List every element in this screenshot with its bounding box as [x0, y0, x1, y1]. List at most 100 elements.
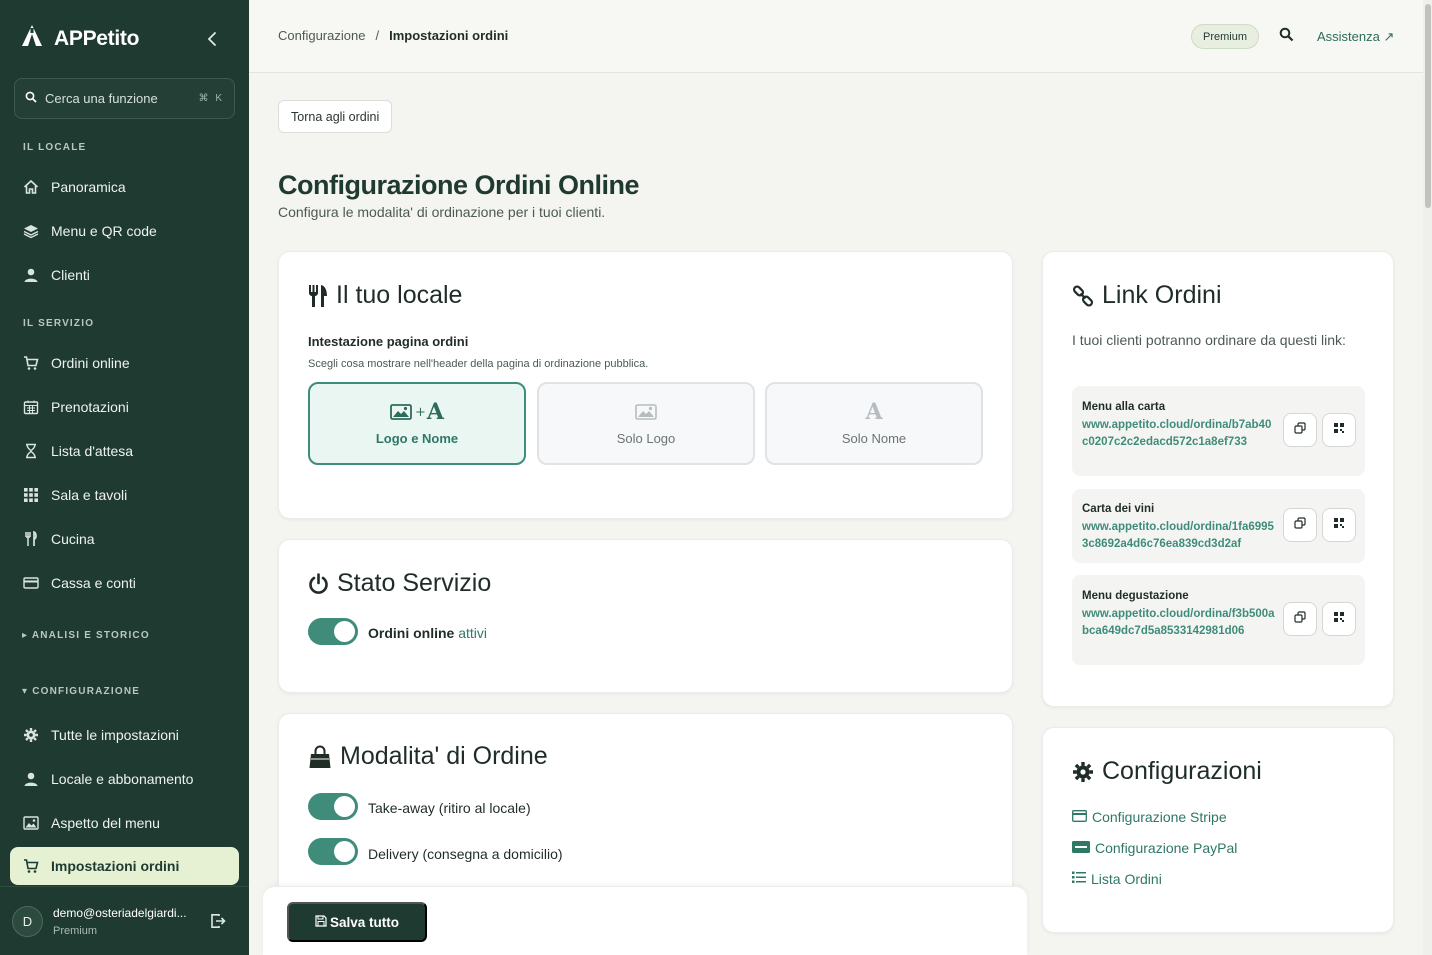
qr-code-icon: [1333, 516, 1345, 534]
sidebar-item-label: Panoramica: [51, 179, 126, 195]
section-toggle-analisi[interactable]: ▸ ANALISI E STORICO: [22, 630, 150, 641]
sidebar-item-lista-attesa[interactable]: Lista d'attesa: [10, 432, 239, 470]
sidebar-item-locale-abbonamento[interactable]: Locale e abbonamento: [10, 760, 239, 798]
config-link-label: Configurazione PayPal: [1095, 840, 1238, 856]
sidebar-item-panoramica[interactable]: Panoramica: [10, 168, 239, 206]
copy-link-button[interactable]: [1283, 602, 1317, 636]
link-name: Menu alla carta: [1082, 401, 1166, 413]
link-url[interactable]: www.appetito.cloud/ordina/1fa69953c8692a…: [1082, 519, 1276, 552]
card-title: Modalita' di Ordine: [308, 742, 548, 771]
collapse-sidebar-icon[interactable]: [204, 30, 222, 48]
card-title: Configurazioni: [1072, 757, 1262, 786]
save-bar: Salva tutto: [263, 886, 1027, 955]
sidebar-item-label: Tutte le impostazioni: [51, 727, 179, 743]
qr-code-button[interactable]: [1322, 508, 1356, 542]
avatar[interactable]: D: [12, 905, 43, 937]
logout-icon[interactable]: [210, 913, 226, 934]
copy-icon: [1294, 421, 1306, 439]
text-icon: A: [865, 399, 883, 425]
locale-card: Il tuo locale Intestazione pagina ordini…: [278, 251, 1013, 519]
save-icon: [315, 914, 327, 930]
sidebar-item-clienti[interactable]: Clienti: [10, 256, 239, 294]
sidebar-item-cucina[interactable]: Cucina: [10, 520, 239, 558]
calendar-icon: [22, 398, 40, 416]
shopping-bag-icon: [308, 745, 332, 769]
qr-code-icon: [1333, 421, 1345, 439]
sidebar-item-aspetto-menu[interactable]: Aspetto del menu: [10, 804, 239, 842]
paypal-icon: [1072, 840, 1090, 856]
configurations-card: Configurazioni Configurazione Stripe Con…: [1042, 727, 1394, 933]
qr-code-button[interactable]: [1322, 602, 1356, 636]
search-shortcut: ⌘ K: [198, 93, 224, 104]
link-icon: [1072, 284, 1094, 307]
utensils-icon: [22, 530, 40, 548]
section-toggle-configurazione[interactable]: ▾ CONFIGURAZIONE: [22, 686, 140, 697]
sidebar-item-impostazioni-ordini[interactable]: Impostazioni ordini: [10, 847, 239, 885]
header-option-solo-nome[interactable]: A Solo Nome: [765, 382, 983, 465]
topbar: Configurazione / Impostazioni ordini Pre…: [249, 0, 1423, 73]
copy-link-button[interactable]: [1283, 508, 1317, 542]
link-url[interactable]: www.appetito.cloud/ordina/b7ab40c0207c2c…: [1082, 417, 1276, 450]
sidebar-search[interactable]: Cerca una funzione ⌘ K: [14, 78, 235, 119]
sidebar-item-sala-tavoli[interactable]: Sala e tavoli: [10, 476, 239, 514]
delivery-label: Delivery (consegna a domicilio): [368, 846, 563, 862]
breadcrumb-item-configurazione[interactable]: Configurazione: [278, 28, 365, 43]
save-label: Salva tutto: [329, 914, 399, 930]
config-link-paypal[interactable]: Configurazione PayPal: [1072, 840, 1237, 856]
takeaway-toggle[interactable]: [308, 793, 358, 820]
card-title-text: Stato Servizio: [337, 569, 492, 597]
takeaway-label: Take-away (ritiro al locale): [368, 800, 531, 816]
copy-link-button[interactable]: [1283, 413, 1317, 447]
header-option-logo-nome[interactable]: + A Logo e Nome: [308, 382, 526, 465]
search-placeholder: Cerca una funzione: [45, 91, 158, 106]
card-title-text: Link Ordini: [1102, 281, 1222, 309]
qr-code-button[interactable]: [1322, 413, 1356, 447]
sidebar-item-label: Prenotazioni: [51, 399, 129, 415]
card-title: Link Ordini: [1072, 281, 1222, 310]
user-icon: [22, 266, 40, 284]
sidebar-item-label: Ordini online: [51, 355, 130, 371]
order-link-item: Carta dei vini www.appetito.cloud/ordina…: [1072, 489, 1365, 563]
user-email: demo@osteriadelgiardi...: [53, 905, 187, 920]
config-link-stripe[interactable]: Configurazione Stripe: [1072, 809, 1227, 825]
list-icon: [1072, 871, 1086, 887]
scrollbar-thumb[interactable]: [1425, 4, 1431, 208]
back-to-orders-button[interactable]: Torna agli ordini: [278, 100, 393, 133]
user-icon: [22, 770, 40, 788]
delivery-toggle[interactable]: [308, 838, 358, 865]
online-orders-label: Ordini online attivi: [368, 625, 487, 641]
config-link-lista-ordini[interactable]: Lista Ordini: [1072, 871, 1162, 887]
qr-code-icon: [1333, 610, 1345, 628]
online-orders-toggle[interactable]: [308, 618, 358, 645]
sidebar-item-label: Locale e abbonamento: [51, 771, 194, 787]
user-bar: D demo@osteriadelgiardi... Premium: [0, 886, 249, 955]
copy-icon: [1294, 610, 1306, 628]
sidebar-item-tutte-impostazioni[interactable]: Tutte le impostazioni: [10, 716, 239, 754]
toggle-state: attivi: [458, 625, 488, 641]
save-all-button[interactable]: Salva tutto: [287, 902, 427, 942]
option-label: Solo Logo: [616, 431, 676, 446]
search-icon[interactable]: [1279, 27, 1294, 47]
brand[interactable]: APPetito: [20, 24, 139, 53]
link-url[interactable]: www.appetito.cloud/ordina/f3b500abca649d…: [1082, 606, 1276, 639]
sidebar-item-prenotazioni[interactable]: Prenotazioni: [10, 388, 239, 426]
sidebar-item-label: Menu e QR code: [51, 223, 157, 239]
card-title: Stato Servizio: [308, 569, 491, 598]
image-icon: [22, 814, 40, 832]
sidebar-item-ordini-online[interactable]: Ordini online: [10, 344, 239, 382]
header-field-hint: Scegli cosa mostrare nell'header della p…: [308, 358, 649, 370]
copy-icon: [1294, 516, 1306, 534]
config-link-label: Configurazione Stripe: [1092, 809, 1227, 825]
toggle-label: Ordini online: [368, 625, 455, 641]
app-name: APPetito: [54, 26, 140, 50]
gear-icon: [1072, 761, 1094, 783]
header-option-solo-logo[interactable]: Solo Logo: [537, 382, 755, 465]
sidebar-item-menu-qr[interactable]: Menu e QR code: [10, 212, 239, 250]
sidebar-item-label: Clienti: [51, 267, 90, 283]
card-title: Il tuo locale: [308, 281, 462, 310]
help-link[interactable]: Assistenza ↗: [1317, 29, 1394, 45]
breadcrumb-item-current: Impostazioni ordini: [389, 28, 509, 43]
card-icon: [22, 574, 40, 592]
logo-icon: [20, 24, 44, 53]
sidebar-item-cassa-conti[interactable]: Cassa e conti: [10, 564, 239, 602]
